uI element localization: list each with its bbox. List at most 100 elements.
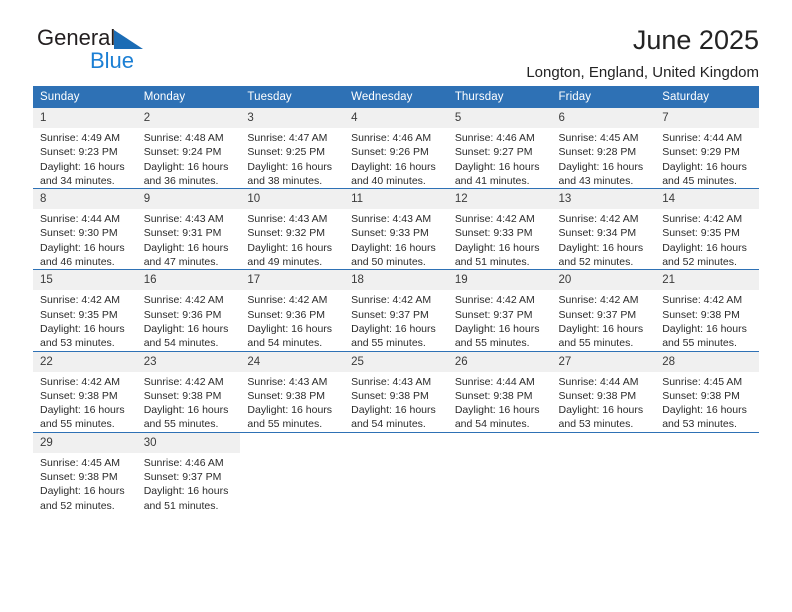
daylight-text-line2: and 52 minutes. (662, 256, 737, 269)
day-cell[interactable]: 16 Sunrise: 4:42 AM Sunset: 9:36 PM Dayl… (136, 269, 241, 352)
sunset-text: Sunset: 9:37 PM (351, 308, 429, 321)
day-number: 14 (655, 189, 759, 210)
daylight-text-line1: Daylight: 16 hours (662, 160, 747, 173)
day-cell[interactable]: 25 Sunrise: 4:43 AM Sunset: 9:38 PM Dayl… (344, 350, 448, 433)
sunset-text: Sunset: 9:38 PM (40, 471, 118, 484)
day-cell[interactable]: 5 Sunrise: 4:46 AM Sunset: 9:27 PM Dayli… (447, 108, 552, 189)
day-number: 27 (551, 351, 656, 372)
sunrise-text: Sunrise: 4:46 AM (454, 132, 535, 144)
day-cell[interactable]: 9 Sunrise: 4:43 AM Sunset: 9:31 PM Dayli… (136, 188, 241, 270)
sunrise-text: Sunrise: 4:43 AM (351, 375, 432, 388)
day-number (552, 433, 656, 453)
sunrise-text: Sunrise: 4:42 AM (454, 294, 535, 307)
calendar-week-row: 8 Sunrise: 4:44 AM Sunset: 9:30 PM Dayli… (33, 188, 759, 270)
day-details: Sunrise: 4:46 AM Sunset: 9:26 PM Dayligh… (344, 128, 448, 188)
day-cell[interactable]: 1 Sunrise: 4:49 AM Sunset: 9:23 PM Dayli… (33, 108, 137, 189)
daylight-text-line2: and 55 minutes. (558, 337, 634, 350)
day-cell[interactable]: 22 Sunrise: 4:42 AM Sunset: 9:38 PM Dayl… (33, 350, 137, 433)
day-cell[interactable]: 7 Sunrise: 4:44 AM Sunset: 9:29 PM Dayli… (655, 108, 759, 189)
day-number: 3 (240, 108, 345, 128)
day-cell[interactable]: 6 Sunrise: 4:45 AM Sunset: 9:28 PM Dayli… (551, 108, 656, 189)
calendar-week-row: 15 Sunrise: 4:42 AM Sunset: 9:35 PM Dayl… (33, 269, 759, 352)
sunrise-text: Sunrise: 4:43 AM (247, 213, 328, 226)
daylight-text-line1: Daylight: 16 hours (40, 241, 125, 254)
day-cell[interactable]: 8 Sunrise: 4:44 AM Sunset: 9:30 PM Dayli… (33, 188, 137, 270)
day-details: Sunrise: 4:44 AM Sunset: 9:30 PM Dayligh… (33, 209, 137, 269)
day-cell[interactable]: 27 Sunrise: 4:44 AM Sunset: 9:38 PM Dayl… (551, 350, 656, 433)
day-number: 9 (136, 189, 241, 210)
daylight-text-line2: and 40 minutes. (351, 174, 426, 187)
day-details: Sunrise: 4:42 AM Sunset: 9:33 PM Dayligh… (448, 209, 552, 269)
day-cell[interactable]: 17 Sunrise: 4:42 AM Sunset: 9:36 PM Dayl… (240, 269, 345, 352)
day-cell[interactable]: 10 Sunrise: 4:43 AM Sunset: 9:32 PM Dayl… (240, 188, 345, 270)
day-cell[interactable]: 28 Sunrise: 4:45 AM Sunset: 9:38 PM Dayl… (655, 350, 759, 433)
day-number (655, 433, 759, 453)
day-cell[interactable]: 14 Sunrise: 4:42 AM Sunset: 9:35 PM Dayl… (655, 188, 759, 270)
daylight-text-line2: and 54 minutes. (143, 337, 219, 350)
day-details: Sunrise: 4:43 AM Sunset: 9:38 PM Dayligh… (344, 372, 448, 432)
day-cell[interactable]: 18 Sunrise: 4:42 AM Sunset: 9:37 PM Dayl… (344, 269, 448, 352)
day-details: Sunrise: 4:45 AM Sunset: 9:38 PM Dayligh… (655, 372, 759, 432)
daylight-text-line1: Daylight: 16 hours (247, 404, 333, 417)
daylight-text-line1: Daylight: 16 hours (40, 322, 125, 335)
sunrise-text: Sunrise: 4:45 AM (40, 456, 120, 469)
brand-name-general: General (37, 25, 116, 50)
day-details: Sunrise: 4:44 AM Sunset: 9:38 PM Dayligh… (448, 372, 552, 432)
day-cell[interactable]: 15 Sunrise: 4:42 AM Sunset: 9:35 PM Dayl… (33, 269, 137, 352)
day-cell[interactable]: 20 Sunrise: 4:42 AM Sunset: 9:37 PM Dayl… (551, 269, 656, 352)
day-cell[interactable]: 21 Sunrise: 4:42 AM Sunset: 9:38 PM Dayl… (655, 269, 759, 352)
day-cell[interactable]: 2 Sunrise: 4:48 AM Sunset: 9:24 PM Dayli… (136, 108, 241, 189)
daylight-text-line1: Daylight: 16 hours (143, 241, 229, 254)
day-details: Sunrise: 4:42 AM Sunset: 9:37 PM Dayligh… (552, 290, 656, 350)
day-cell[interactable]: 4 Sunrise: 4:46 AM Sunset: 9:26 PM Dayli… (344, 108, 448, 189)
page-subtitle: Longton, England, United Kingdom (526, 64, 759, 81)
day-number: 10 (240, 189, 345, 210)
brand-logo[interactable]: General Blue (37, 26, 257, 78)
day-cell[interactable]: 24 Sunrise: 4:43 AM Sunset: 9:38 PM Dayl… (240, 350, 345, 433)
daylight-text-line1: Daylight: 16 hours (40, 160, 125, 173)
sunset-text: Sunset: 9:33 PM (454, 227, 533, 240)
day-cell[interactable]: 30 Sunrise: 4:46 AM Sunset: 9:37 PM Dayl… (136, 431, 241, 513)
calendar-header-row: Sunday Monday Tuesday Wednesday Thursday… (33, 86, 759, 108)
day-cell[interactable]: 3 Sunrise: 4:47 AM Sunset: 9:25 PM Dayli… (240, 108, 345, 189)
day-details: Sunrise: 4:42 AM Sunset: 9:38 PM Dayligh… (137, 372, 241, 432)
sunset-text: Sunset: 9:33 PM (351, 227, 429, 240)
daylight-text-line2: and 38 minutes. (247, 174, 323, 187)
page-header: General Blue June 2025 Longton, England,… (33, 0, 759, 81)
day-details: Sunrise: 4:48 AM Sunset: 9:24 PM Dayligh… (137, 128, 241, 188)
daylight-text-line2: and 55 minutes. (454, 337, 530, 350)
day-cell[interactable]: 12 Sunrise: 4:42 AM Sunset: 9:33 PM Dayl… (447, 188, 552, 270)
day-cell[interactable]: 19 Sunrise: 4:42 AM Sunset: 9:37 PM Dayl… (447, 269, 552, 352)
daylight-text-line1: Daylight: 16 hours (558, 160, 644, 173)
weekday-header-monday: Monday (136, 86, 241, 108)
day-details: Sunrise: 4:45 AM Sunset: 9:28 PM Dayligh… (552, 128, 656, 188)
day-details: Sunrise: 4:43 AM Sunset: 9:33 PM Dayligh… (344, 209, 448, 269)
day-cell[interactable]: 26 Sunrise: 4:44 AM Sunset: 9:38 PM Dayl… (447, 350, 552, 433)
day-number: 2 (136, 108, 241, 128)
daylight-text-line2: and 54 minutes. (351, 418, 426, 431)
daylight-text-line2: and 55 minutes. (143, 418, 219, 431)
day-details: Sunrise: 4:42 AM Sunset: 9:35 PM Dayligh… (655, 209, 759, 269)
day-cell[interactable]: 29 Sunrise: 4:45 AM Sunset: 9:38 PM Dayl… (33, 431, 137, 513)
sunset-text: Sunset: 9:38 PM (454, 389, 533, 402)
day-details: Sunrise: 4:42 AM Sunset: 9:37 PM Dayligh… (448, 290, 552, 350)
day-number: 17 (240, 270, 345, 291)
sunset-text: Sunset: 9:28 PM (558, 146, 637, 159)
daylight-text-line2: and 49 minutes. (247, 256, 323, 269)
day-number: 12 (447, 189, 552, 210)
daylight-text-line1: Daylight: 16 hours (143, 322, 229, 335)
sunrise-text: Sunrise: 4:43 AM (351, 213, 432, 226)
day-cell[interactable]: 11 Sunrise: 4:43 AM Sunset: 9:33 PM Dayl… (344, 188, 448, 270)
daylight-text-line2: and 52 minutes. (558, 256, 634, 269)
daylight-text-line1: Daylight: 16 hours (247, 160, 333, 173)
sunrise-text: Sunrise: 4:44 AM (662, 132, 743, 144)
day-details: Sunrise: 4:46 AM Sunset: 9:27 PM Dayligh… (448, 128, 552, 188)
daylight-text-line1: Daylight: 16 hours (40, 404, 125, 417)
day-details: Sunrise: 4:42 AM Sunset: 9:38 PM Dayligh… (33, 372, 137, 432)
sunrise-text: Sunrise: 4:42 AM (662, 213, 743, 226)
day-cell[interactable]: 13 Sunrise: 4:42 AM Sunset: 9:34 PM Dayl… (551, 188, 656, 270)
daylight-text-line1: Daylight: 16 hours (143, 160, 229, 173)
daylight-text-line1: Daylight: 16 hours (351, 241, 436, 254)
day-cell[interactable]: 23 Sunrise: 4:42 AM Sunset: 9:38 PM Dayl… (136, 350, 241, 433)
sunrise-text: Sunrise: 4:45 AM (662, 375, 743, 388)
